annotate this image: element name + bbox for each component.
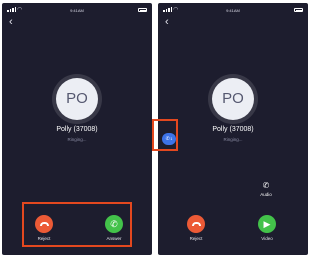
- caller-name: Polly (37008): [56, 126, 98, 133]
- call-status: Ringing...: [67, 137, 87, 142]
- hangup-icon: [187, 215, 205, 233]
- avatar: PO: [56, 78, 98, 120]
- call-status: Ringing...: [223, 137, 243, 142]
- floating-call-count: 1: [170, 137, 173, 141]
- floating-call-button[interactable]: ✆1: [162, 133, 176, 145]
- status-time: 9:41AM: [70, 8, 84, 13]
- status-time: 9:41AM: [226, 8, 240, 13]
- answer-button[interactable]: ✆ Answer: [103, 215, 125, 241]
- status-bar: ◠ 9:41AM: [7, 7, 147, 15]
- reject-button[interactable]: Reject: [185, 215, 207, 241]
- reject-button[interactable]: Reject: [33, 215, 55, 241]
- phone-icon: ✆: [105, 215, 123, 233]
- caller-name: Polly (37008): [212, 126, 254, 133]
- video-button[interactable]: ▶ Video: [256, 215, 278, 241]
- avatar: PO: [212, 78, 254, 120]
- reject-label: Reject: [189, 236, 203, 241]
- hangup-icon: [35, 215, 53, 233]
- audio-label: Audio: [260, 192, 272, 197]
- phone-handset-icon: ✆: [262, 181, 270, 190]
- battery-icon: [294, 8, 303, 12]
- incoming-call-screen-left: ◠ 9:41AM ‹ PO Polly (37008) Ringing... R…: [2, 3, 152, 255]
- status-bar: ◠ 9:41AM: [163, 7, 303, 15]
- video-label: Video: [261, 236, 273, 241]
- incoming-call-screen-right: ◠ 9:41AM ‹ PO Polly (37008) Ringing... ✆…: [158, 3, 308, 255]
- reject-label: Reject: [37, 236, 51, 241]
- back-chevron-icon[interactable]: ‹: [165, 17, 169, 28]
- battery-icon: [138, 8, 147, 12]
- answer-label: Answer: [106, 236, 122, 241]
- audio-button[interactable]: ✆ Audio: [256, 181, 276, 198]
- back-chevron-icon[interactable]: ‹: [9, 17, 13, 28]
- video-camera-icon: ▶: [258, 215, 276, 233]
